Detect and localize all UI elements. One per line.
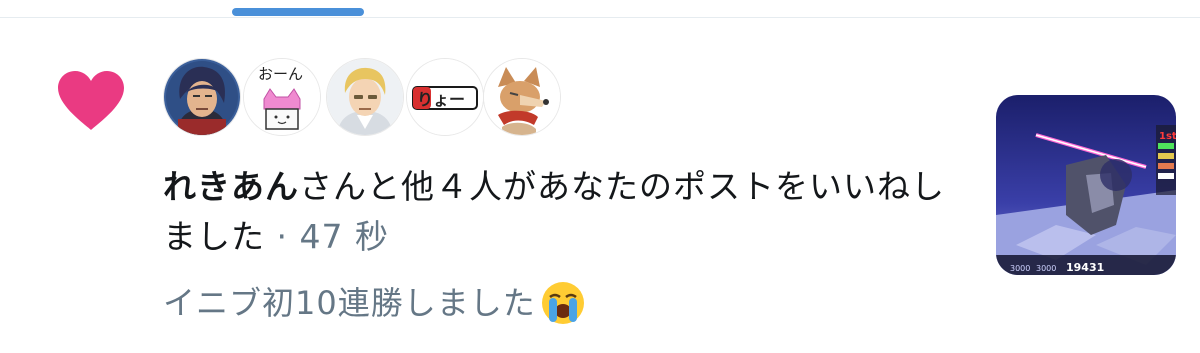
like-notification[interactable]: おーん りょー れきあんさんと他４人があなたのポストをいいねしました · 47 … xyxy=(0,0,1200,353)
loudly-crying-face-emoji xyxy=(541,282,584,324)
divider xyxy=(0,17,1200,18)
avatar-user-5[interactable] xyxy=(483,58,561,136)
avatar-user-3[interactable] xyxy=(326,58,404,136)
avatar-user-2[interactable]: おーん xyxy=(243,58,321,136)
rank-label: 1st xyxy=(1159,131,1176,142)
score-b-label: 3000 xyxy=(1036,264,1056,273)
avatar-label: りょー xyxy=(417,90,466,109)
active-tab-indicator xyxy=(232,8,364,16)
post-text: イニブ初10連勝しました xyxy=(163,284,536,322)
game-screenshot-thumbnail: 1st 19431 3000 3000 xyxy=(996,95,1176,275)
separator: · xyxy=(265,217,300,256)
actor-name[interactable]: れきあん xyxy=(163,167,299,206)
avatar-label: おーん xyxy=(258,65,304,83)
liked-post-text[interactable]: イニブ初10連勝しました xyxy=(163,280,586,326)
score-label: 19431 xyxy=(1066,261,1104,274)
avatar-user-1[interactable] xyxy=(163,58,241,136)
avatar-user-4[interactable]: りょー xyxy=(406,58,484,136)
timestamp: 47 秒 xyxy=(299,217,389,256)
post-thumbnail[interactable]: 1st 19431 3000 3000 xyxy=(996,95,1176,275)
notification-message: れきあんさんと他４人があなたのポストをいいねしました · 47 秒 xyxy=(163,162,963,262)
heart-icon xyxy=(58,71,124,130)
score-a-label: 3000 xyxy=(1010,264,1030,273)
